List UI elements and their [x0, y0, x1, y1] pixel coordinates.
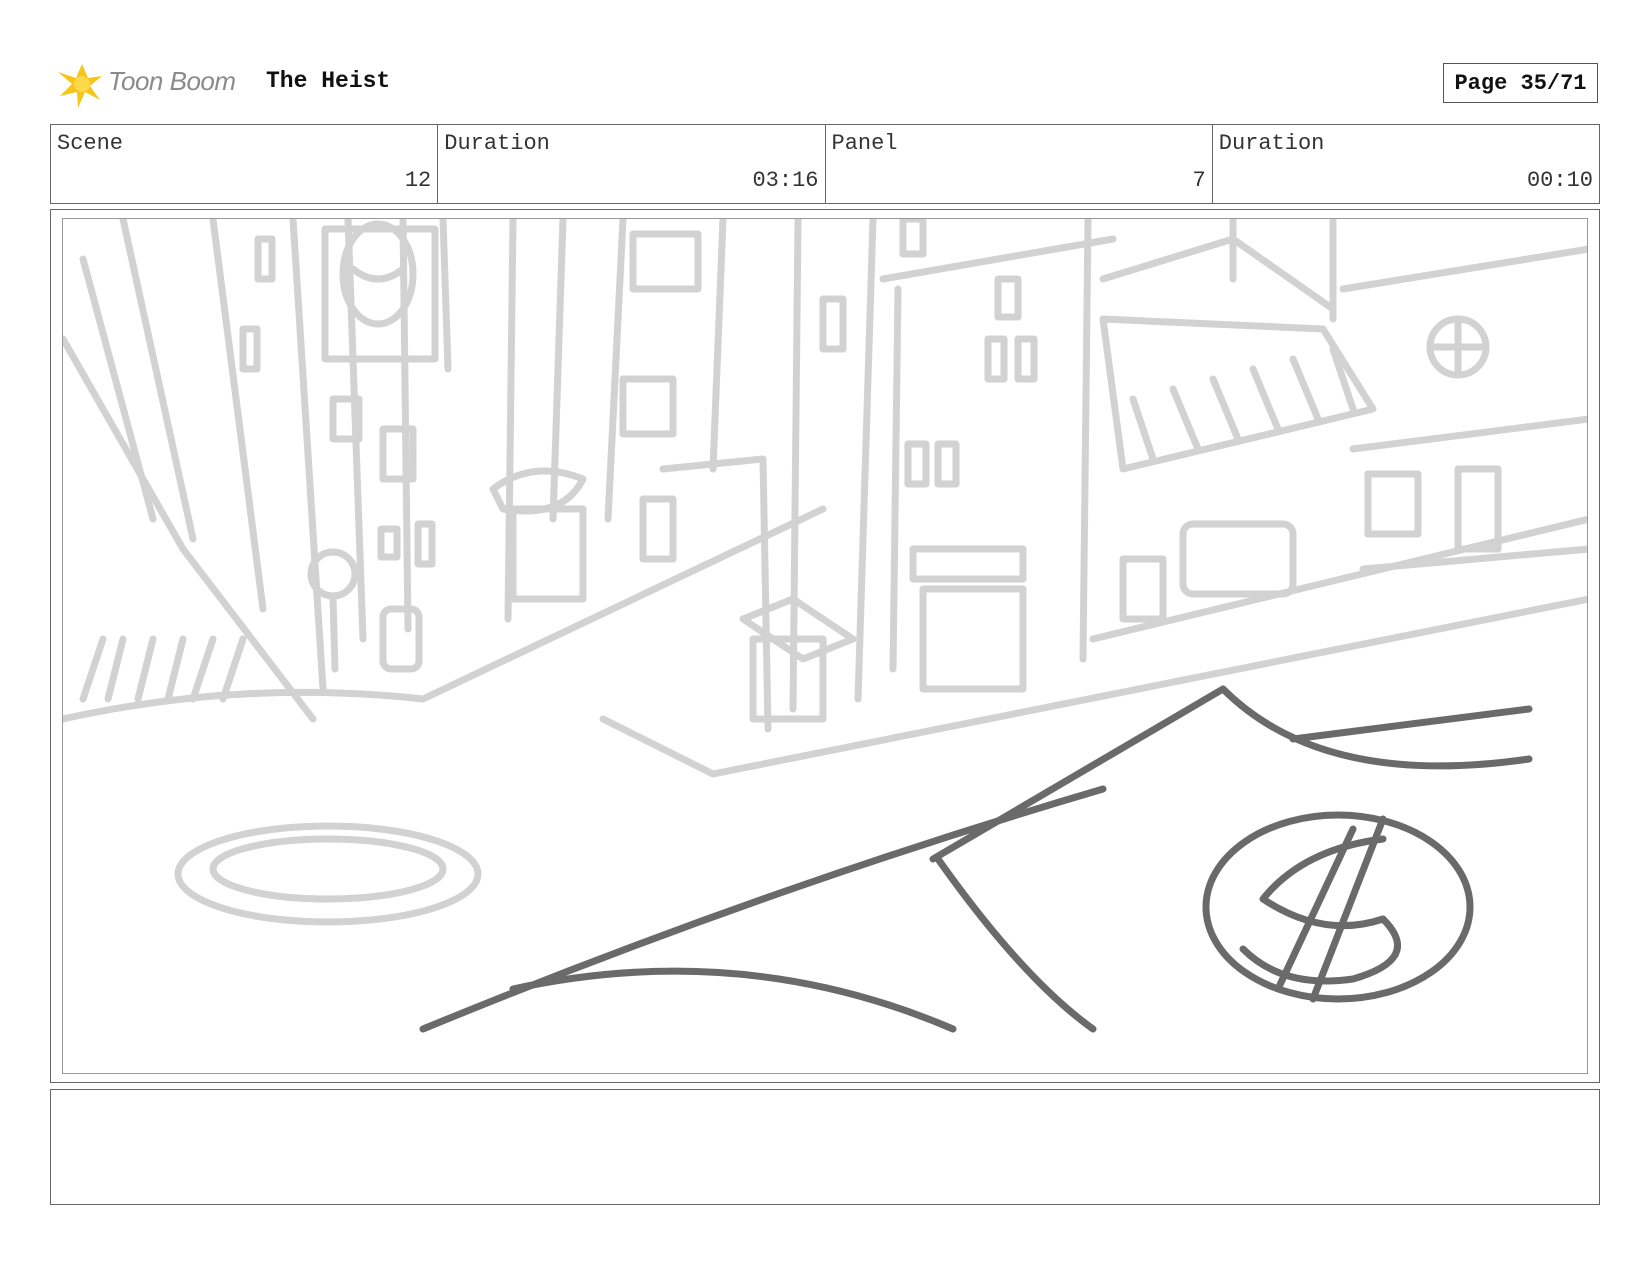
panel-notes: [50, 1089, 1600, 1205]
toon-boom-logo: Toon Boom: [52, 56, 252, 112]
scene-label: Scene: [57, 131, 124, 156]
starburst-icon: [58, 64, 102, 108]
scene-duration-value: 03:16: [752, 168, 819, 193]
panel-duration-cell: Duration 00:10: [1213, 125, 1599, 203]
scene-info-table: Scene 12 Duration 03:16 Panel 7 Duration…: [50, 124, 1600, 204]
street-sketch: $: [63, 219, 1587, 1033]
panel-duration-value: 00:10: [1526, 168, 1593, 193]
logo-text: Toon Boom: [108, 66, 236, 96]
project-title: The Heist: [266, 68, 391, 94]
scene-duration-cell: Duration 03:16: [438, 125, 826, 203]
panel-label: Panel: [831, 131, 898, 156]
page-indicator: Page 35/71: [1443, 63, 1598, 103]
storyboard-panel: $: [62, 218, 1588, 1074]
panel-cell: Panel 7: [826, 125, 1213, 203]
scene-duration-label: Duration: [444, 131, 550, 156]
panel-value: 7: [1192, 168, 1206, 193]
panel-duration-label: Duration: [1218, 131, 1325, 156]
scene-value: 12: [404, 168, 432, 193]
money-symbol: $: [1325, 911, 1331, 922]
scene-cell: Scene 12: [51, 125, 439, 203]
